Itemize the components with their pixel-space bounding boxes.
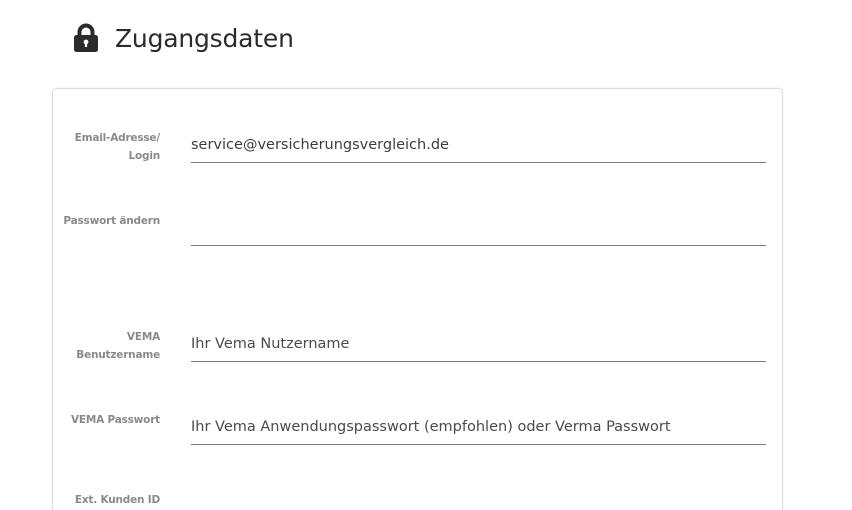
page: Zugangsdaten Email-Adresse/ Login Passwo… [0, 0, 852, 510]
vema-username-label: VEMA Benutzername [40, 328, 160, 364]
credentials-card: Email-Adresse/ Login Passwort ändern VEM… [52, 88, 783, 510]
email-label-line1: Email-Adresse/ [74, 132, 161, 144]
vema-password-label: VEMA Passwort [70, 414, 160, 426]
vema-username-input[interactable] [191, 326, 766, 362]
email-label-line2: Login [128, 150, 161, 162]
page-title: Zugangsdaten [115, 23, 294, 53]
vema-password-input[interactable] [191, 409, 766, 445]
ext-customer-id-label: Ext. Kunden ID [74, 494, 160, 506]
lock-icon [74, 23, 98, 52]
section-header: Zugangsdaten [73, 20, 294, 56]
vema-username-label-line1: VEMA [126, 331, 160, 343]
email-field[interactable] [191, 127, 766, 163]
password-change-label: Passwort ändern [63, 215, 160, 227]
vema-username-label-line2: Benutzername [76, 349, 160, 361]
password-change-field[interactable] [191, 210, 766, 246]
email-label: Email-Adresse/ Login [40, 129, 161, 165]
